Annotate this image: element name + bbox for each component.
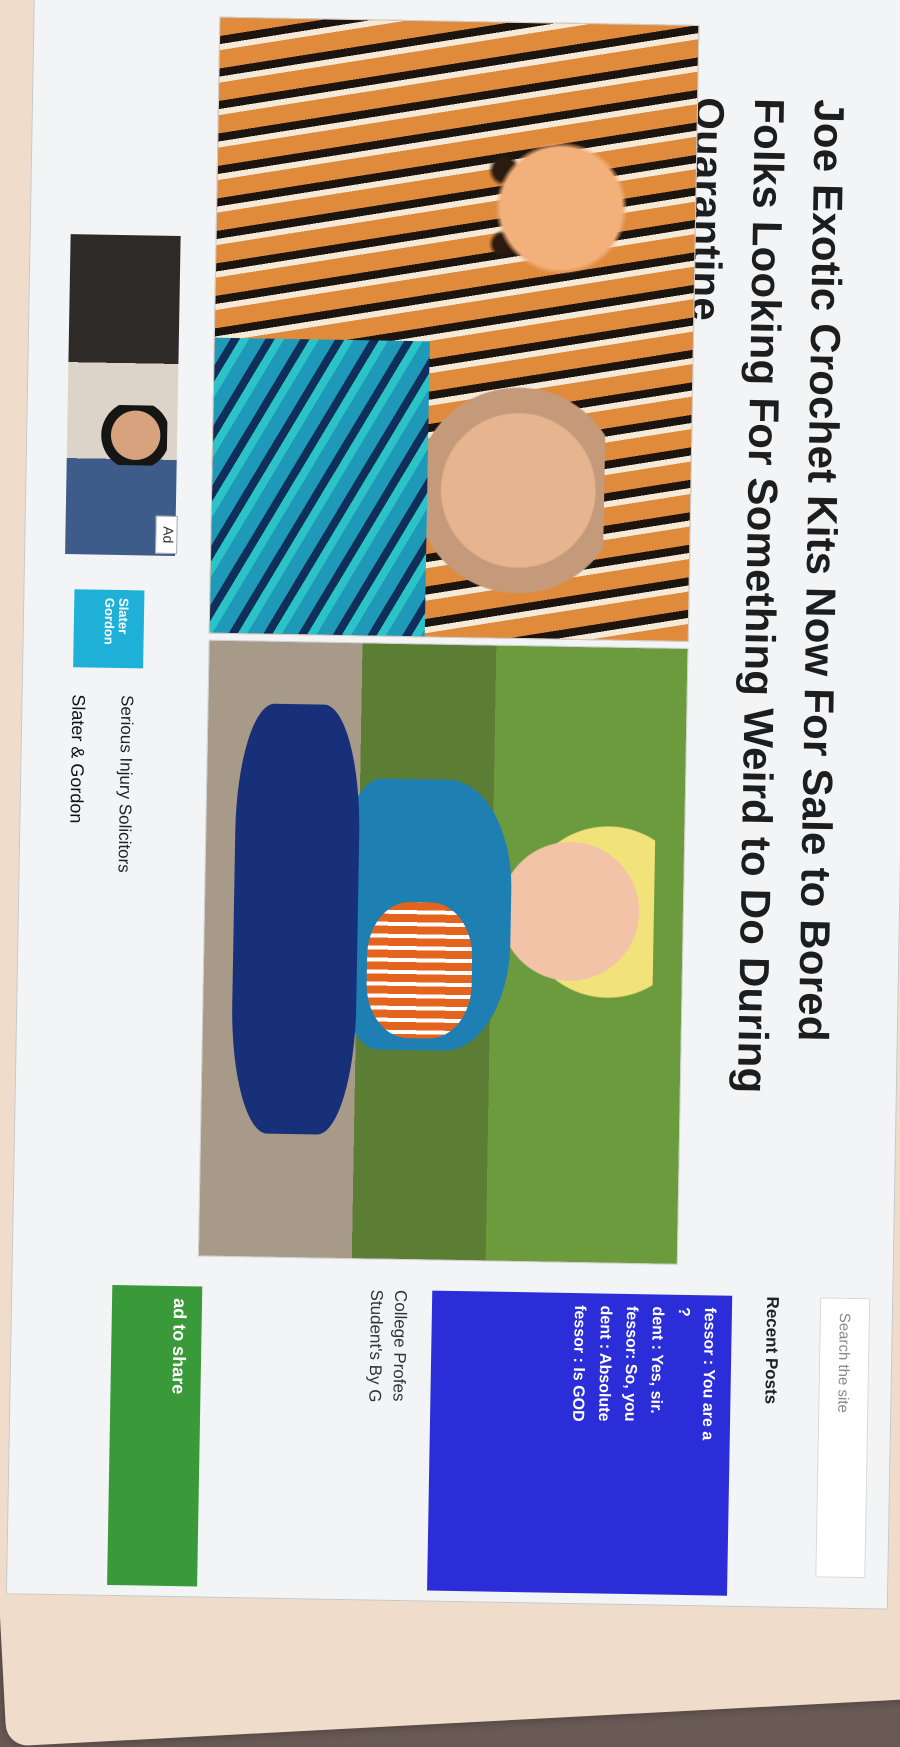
slater-gordon-logo[interactable]: Slater Gordon xyxy=(73,589,145,669)
hero-images xyxy=(197,16,700,1265)
doll-tiger xyxy=(365,901,473,1039)
tiger-photo[interactable] xyxy=(208,16,700,642)
recent-post-link[interactable]: College Profes Student's By G xyxy=(359,1289,412,1590)
recent-card-line: fessor : You are a xyxy=(698,1307,719,1441)
doll-legs xyxy=(229,702,362,1136)
share-banner[interactable]: ad to share xyxy=(107,1284,203,1587)
ad-advertiser[interactable]: Slater & Gordon xyxy=(65,694,88,823)
ad-badge: Ad xyxy=(155,515,178,555)
tablet-screen: Joe Exotic Crochet Kits Now For Sale to … xyxy=(5,0,900,1610)
sidebar: Search the site Recent Posts fessor : Yo… xyxy=(7,1263,893,1608)
recent-card-line: fessor : Is GOD xyxy=(569,1304,589,1422)
ad-headline[interactable]: Serious Injury Solicitors xyxy=(114,695,137,873)
crochet-doll-photo[interactable] xyxy=(197,639,689,1265)
recent-posts-heading: Recent Posts xyxy=(761,1296,783,1405)
search-input[interactable]: Search the site xyxy=(815,1297,871,1579)
ad-image[interactable] xyxy=(65,234,181,556)
recent-card-line: dent : Absolute xyxy=(595,1305,615,1422)
recent-card-line: fessor: So, you xyxy=(621,1305,641,1422)
ad-person-image xyxy=(96,404,168,466)
ad-strip[interactable]: Ad Slater Gordon Serious Injury Solicito… xyxy=(13,0,195,1266)
doll-head xyxy=(499,817,656,1006)
recent-post-card[interactable]: fessor : You are a ? dent : Yes, sir. fe… xyxy=(427,1290,733,1596)
recent-card-line: dent : Yes, sir. xyxy=(647,1306,667,1414)
recent-card-line: ? xyxy=(674,1306,693,1317)
shirt-pattern xyxy=(209,337,430,637)
